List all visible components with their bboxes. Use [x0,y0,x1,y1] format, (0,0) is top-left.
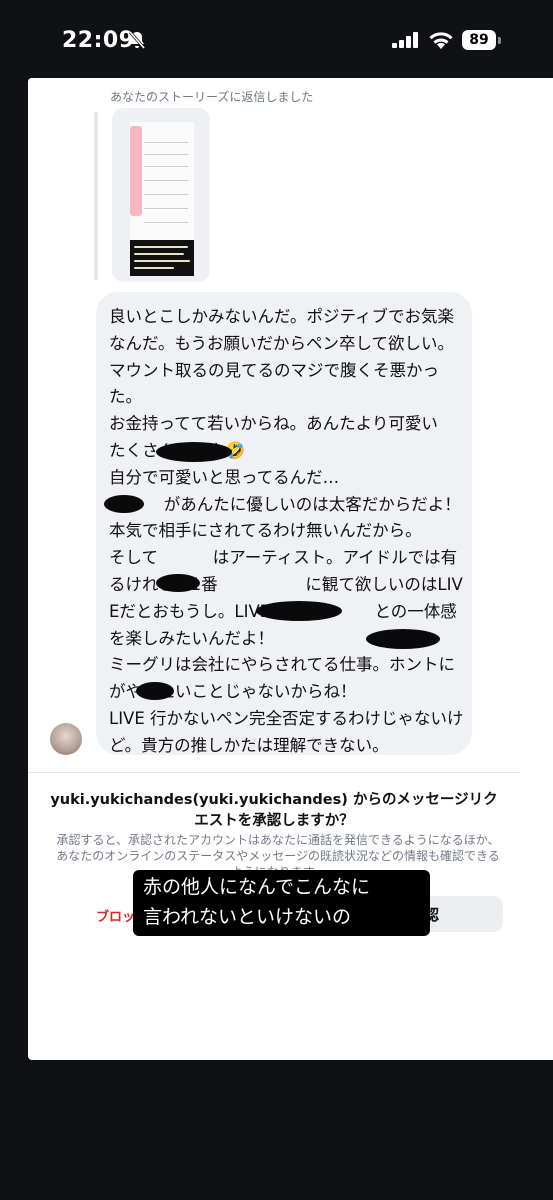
status-bar: 22:09 89 [0,0,553,80]
battery-nub [498,37,501,44]
reply-indicator-bar [94,112,98,280]
story-text-line [144,180,188,181]
story-text-line [144,194,188,195]
redaction-mark [104,495,144,513]
sender-avatar[interactable] [50,723,82,755]
story-text-line [144,154,188,155]
request-description: 承認すると、承認されたアカウントはあなたに通話を発信できるようになるほか、あなた… [56,833,500,874]
request-title: yuki.yukichandes(yuki.yukichandes) からのメッ… [50,792,498,829]
story-text-line [144,166,188,167]
redaction-mark [256,601,342,621]
redaction-mark [156,442,232,462]
divider [28,772,520,773]
bell-muted-icon [128,30,146,54]
block-button[interactable]: ブロッ [96,906,134,925]
wifi-icon [428,30,454,54]
video-subtitle-overlay: 赤の他人になんでこんなに 言われないといけないの [133,870,430,936]
story-redaction [130,126,142,216]
battery-indicator: 89 [462,30,496,50]
message-bubble[interactable]: 良いとこしかみないんだ。ポジティブでお気楽なんだ。もうお願いだからペン卒して欲し… [96,292,472,755]
redaction-mark [156,574,200,592]
story-caption-box [130,240,194,276]
redaction-mark [136,682,174,700]
story-reply-label: あなたのストーリーズに返信しました [110,90,314,104]
redaction-mark [366,629,440,649]
story-text-line [144,222,188,223]
story-text-line [144,208,188,209]
status-time: 22:09 [62,28,135,53]
cellular-signal-icon [392,32,420,52]
story-text-line [144,142,188,143]
story-thumbnail[interactable] [112,108,210,282]
story-screenshot-image [130,122,194,276]
sheet-top [28,78,553,84]
